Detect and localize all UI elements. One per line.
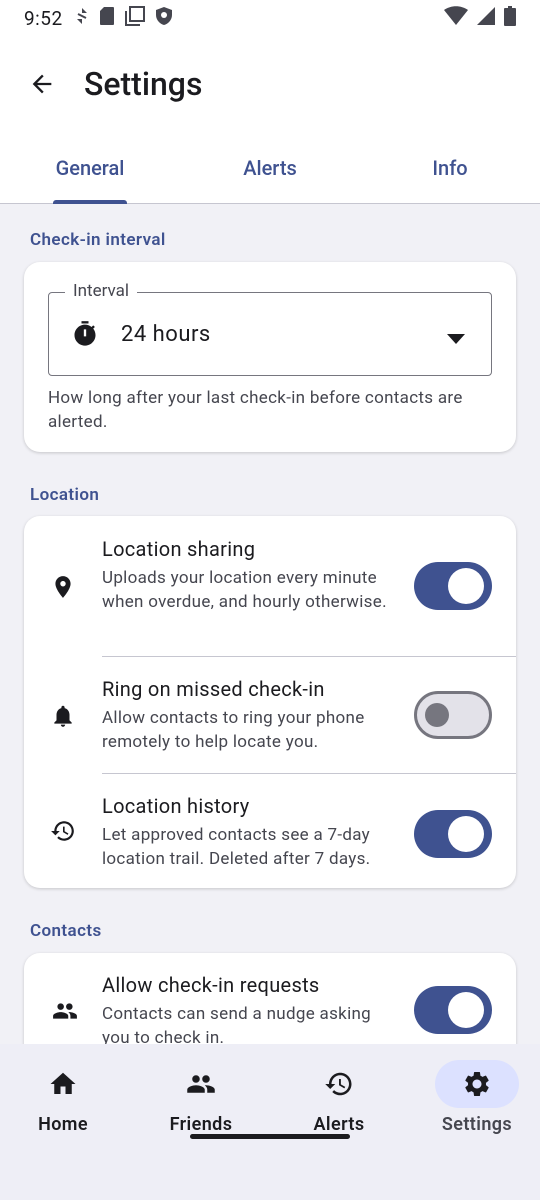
nav-alerts[interactable]: Alerts [274, 1060, 404, 1135]
battery-icon [504, 6, 516, 30]
nav-alerts-label: Alerts [313, 1114, 365, 1135]
dropdown-arrow-icon [447, 329, 465, 348]
home-gesture-bar[interactable] [190, 1134, 350, 1139]
interval-dropdown[interactable]: Interval 24 hours [48, 281, 492, 376]
tab-info[interactable]: Info [360, 132, 540, 203]
ring-missed-checkin-switch[interactable] [414, 691, 492, 739]
location-history-title: Location history [102, 794, 250, 818]
location-sharing-desc: Uploads your location every minute when … [102, 568, 387, 612]
location-sharing-row[interactable]: Location sharing Uploads your location e… [24, 516, 516, 656]
nav-friends-label: Friends [169, 1114, 233, 1135]
location-history-switch[interactable] [414, 810, 492, 858]
location-history-desc: Let approved contacts see a 7-day locati… [102, 825, 371, 869]
location-card: Location sharing Uploads your location e… [24, 516, 516, 888]
switch-knob [448, 568, 484, 604]
people-icon [159, 1060, 243, 1108]
nav-settings[interactable]: Settings [412, 1060, 540, 1135]
gear-icon [435, 1060, 519, 1108]
allow-checkin-requests-title: Allow check-in requests [102, 973, 320, 997]
nav-friends[interactable]: Friends [136, 1060, 266, 1135]
top-app-bar: Settings [0, 36, 540, 132]
ring-missed-checkin-row[interactable]: Ring on missed check-in Allow contacts t… [24, 657, 516, 773]
shield-icon [155, 6, 173, 30]
switch-knob [425, 703, 449, 727]
nav-settings-label: Settings [441, 1114, 513, 1135]
timer-icon [71, 320, 99, 348]
nav-home[interactable]: Home [0, 1060, 128, 1135]
section-label-contacts: Contacts [30, 921, 102, 941]
interval-field-label: Interval [65, 281, 137, 301]
settings-content[interactable]: Check-in interval Interval 24 hours How … [0, 204, 540, 1044]
status-time: 9:52 [24, 6, 63, 30]
bell-icon [50, 703, 76, 729]
home-icon [21, 1060, 105, 1108]
nav-home-label: Home [38, 1114, 88, 1135]
section-label-location: Location [30, 485, 100, 505]
status-bar: 9:52 [0, 0, 540, 36]
checkin-card: Interval 24 hours How long after your la… [24, 262, 516, 452]
tab-alerts[interactable]: Alerts [180, 132, 360, 203]
section-label-checkin: Check-in interval [30, 230, 166, 250]
tab-bar: General Alerts Info [0, 132, 540, 204]
history-icon [50, 818, 76, 844]
ring-missed-checkin-title: Ring on missed check-in [102, 677, 325, 701]
allow-checkin-requests-desc: Contacts can send a nudge asking you to … [102, 1004, 372, 1044]
bottom-navigation: Home Friends Alerts Settings [0, 1044, 540, 1200]
location-sharing-switch[interactable] [414, 562, 492, 610]
interval-helper-text: How long after your last check-in before… [48, 388, 463, 432]
data-saver-icon [75, 7, 89, 29]
back-arrow-icon[interactable] [26, 68, 58, 100]
switch-knob [448, 816, 484, 852]
switch-knob [448, 992, 484, 1028]
page-title: Settings [84, 65, 203, 103]
wifi-icon [444, 6, 468, 30]
allow-checkin-requests-row[interactable]: Allow check-in requests Contacts can sen… [24, 953, 516, 1044]
location-pin-icon [50, 574, 76, 600]
allow-checkin-requests-switch[interactable] [414, 986, 492, 1034]
ring-missed-checkin-desc: Allow contacts to ring your phone remote… [102, 708, 365, 752]
location-sharing-title: Location sharing [102, 537, 256, 561]
sd-card-icon [99, 6, 115, 30]
history-icon [297, 1060, 381, 1108]
interval-value: 24 hours [121, 321, 211, 347]
tab-general[interactable]: General [0, 132, 180, 204]
location-history-row[interactable]: Location history Let approved contacts s… [24, 774, 516, 888]
signal-icon [476, 6, 496, 30]
people-icon [50, 998, 80, 1024]
screenshot-icon [124, 6, 145, 30]
contacts-card: Allow check-in requests Contacts can sen… [24, 953, 516, 1044]
